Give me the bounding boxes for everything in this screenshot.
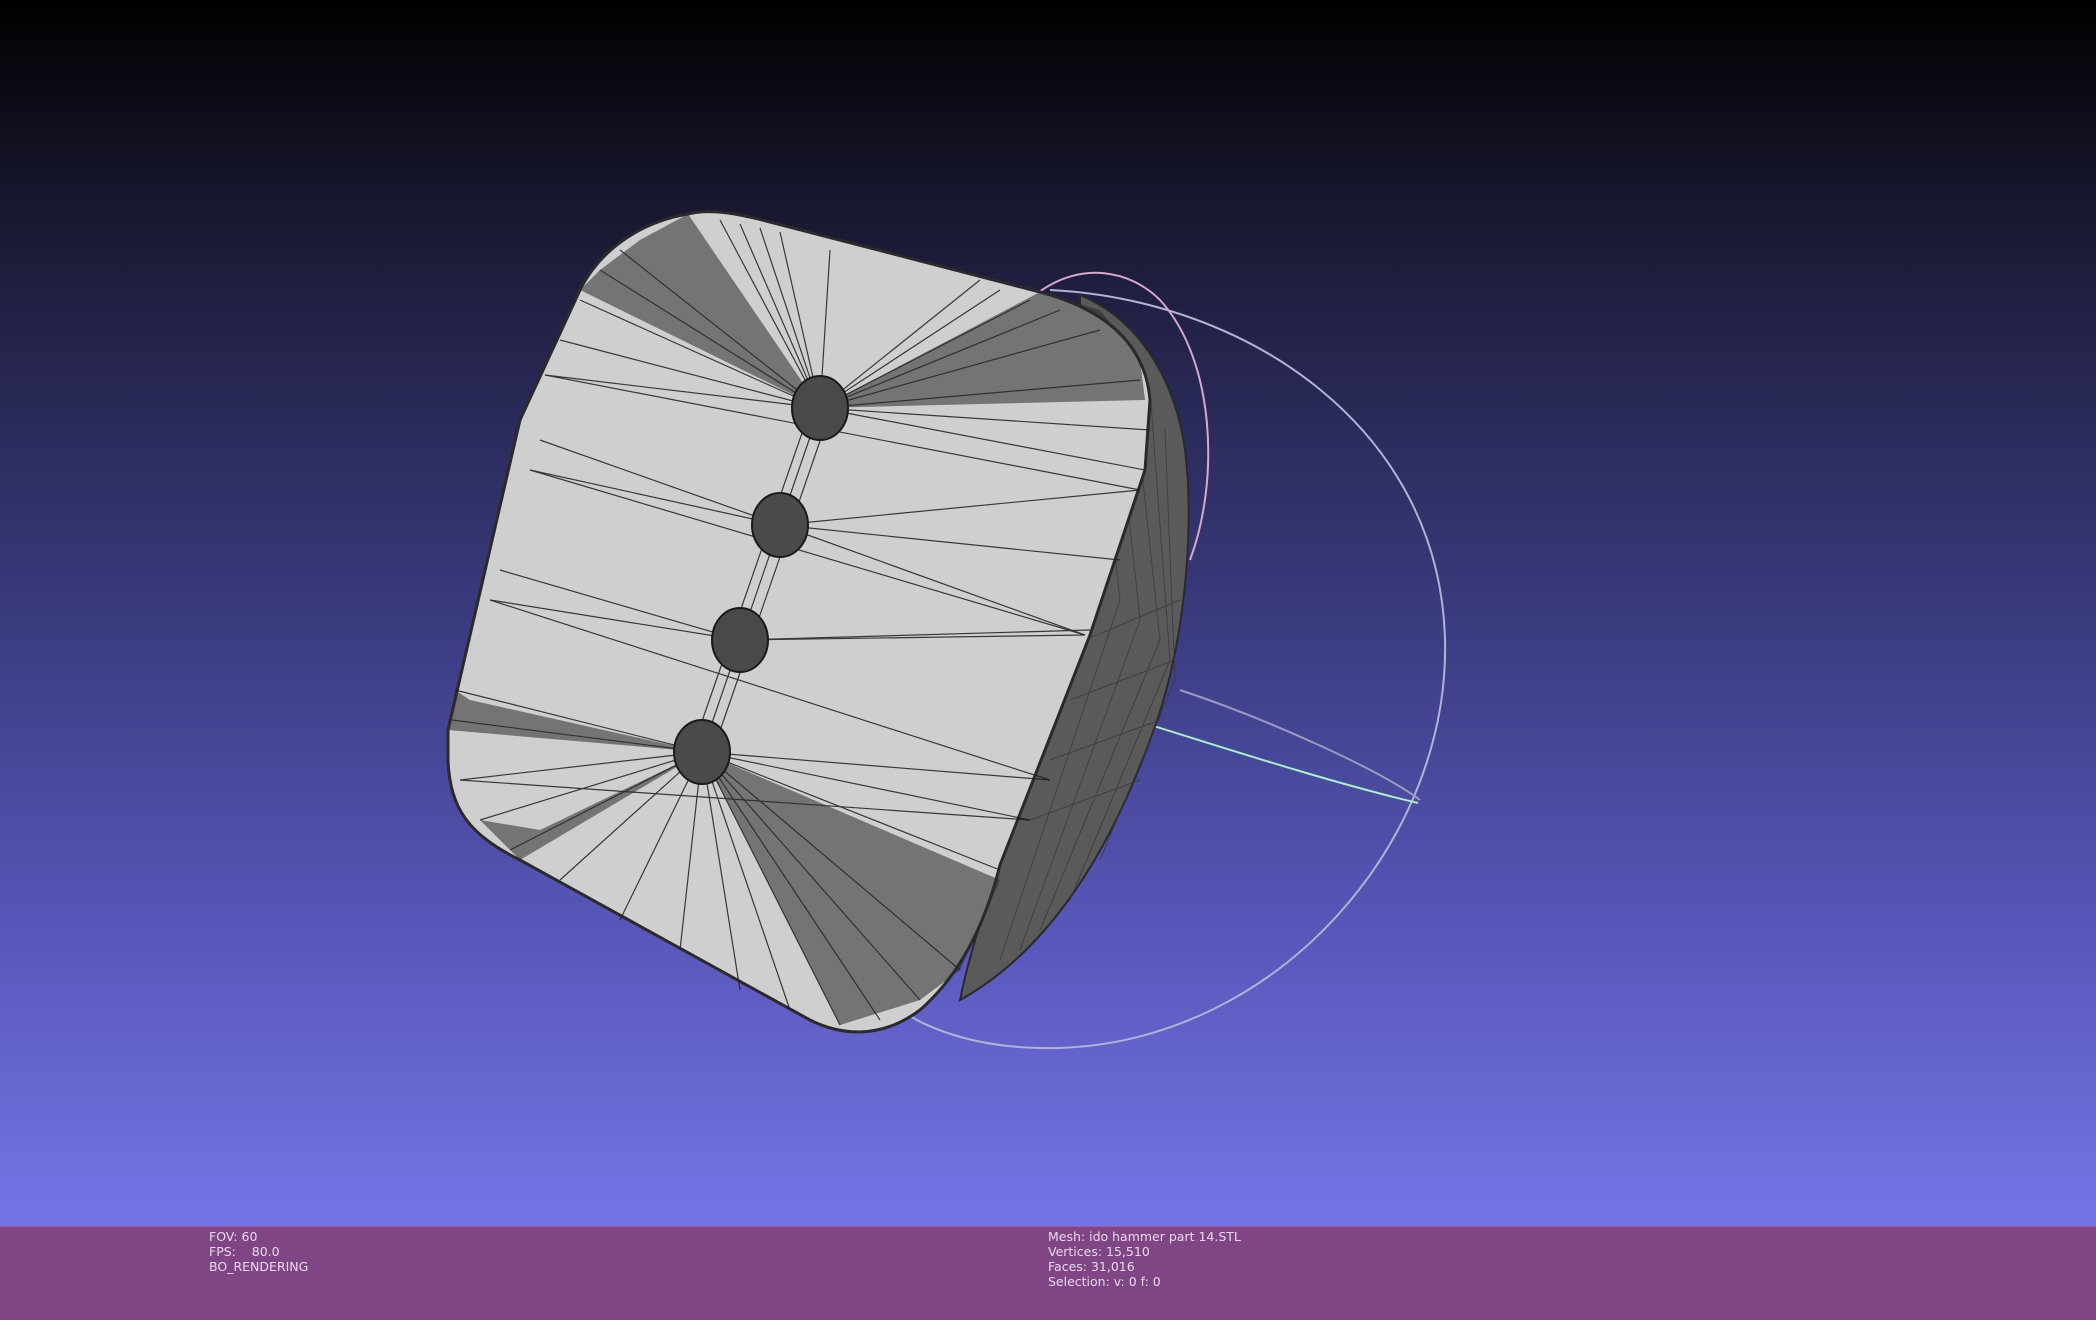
vertices-label: Vertices: 15,510 [1048,1244,1150,1259]
mesh-info: Mesh: ido hammer part 14.STL Vertices: 1… [1048,1229,1241,1289]
info-bar: FOV: 60 FPS: 80.0 BO_RENDERING Mesh: ido… [0,1226,2096,1320]
mesh-name-label: Mesh: ido hammer part 14.STL [1048,1229,1241,1244]
mesh-hole-4 [673,719,731,785]
mesh-hole-3 [711,607,769,673]
faces-label: Faces: 31,016 [1048,1259,1135,1274]
fov-label: FOV: 60 [209,1229,258,1244]
trackball-axis-green [1111,712,1419,804]
mesh-hole-2 [751,492,809,558]
render-info: FOV: 60 FPS: 80.0 BO_RENDERING [209,1229,308,1274]
fps-label: FPS: 80.0 [209,1244,280,1259]
selection-label: Selection: v: 0 f: 0 [1048,1274,1161,1289]
mesh-scene[interactable] [0,0,2096,1226]
3d-viewport[interactable] [0,0,2096,1226]
mesh-hole-1 [791,375,849,441]
render-mode-label: BO_RENDERING [209,1259,309,1274]
